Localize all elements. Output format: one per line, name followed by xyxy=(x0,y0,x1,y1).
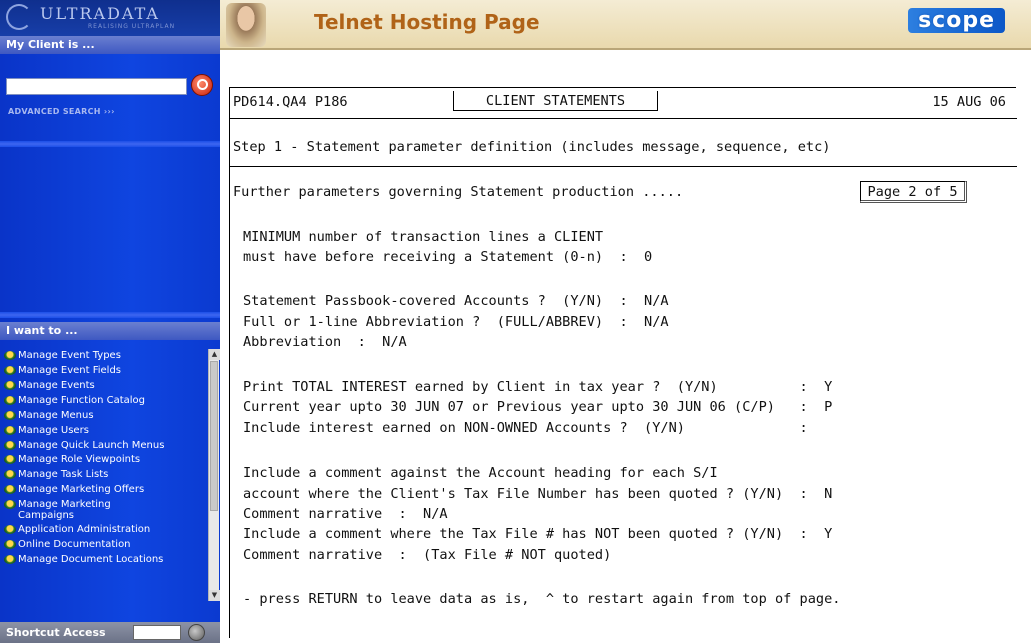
menu-item-manage-event-types[interactable]: Manage Event Types xyxy=(0,349,207,364)
task-icon xyxy=(4,351,16,360)
menu-item-manage-quick-launch-menus[interactable]: Manage Quick Launch Menus xyxy=(0,439,207,453)
client-search-button[interactable] xyxy=(191,74,213,96)
menu-item-manage-menus[interactable]: Manage Menus xyxy=(0,409,207,424)
menu-item-label: Manage Quick Launch Menus xyxy=(18,440,165,451)
menu-item-manage-role-viewpoints[interactable]: Manage Role Viewpoints xyxy=(0,453,207,468)
divider xyxy=(230,166,1017,167)
step-description: Step 1 - Statement parameter definition … xyxy=(233,139,831,155)
task-icon xyxy=(4,426,16,435)
task-icon xyxy=(4,441,16,450)
avatar xyxy=(226,3,266,47)
advanced-search-label: ADVANCED SEARCH xyxy=(8,107,101,116)
menu-item-online-documentation[interactable]: Online Documentation xyxy=(0,538,207,553)
screen-date: 15 AUG 06 xyxy=(932,94,1006,110)
terminal-line: MINIMUM number of transaction lines a CL… xyxy=(243,229,604,245)
divider xyxy=(0,141,220,147)
task-icon xyxy=(4,555,16,564)
shortcut-access-input[interactable] xyxy=(133,625,181,640)
divider xyxy=(0,312,220,318)
terminal-line: Statement Passbook-covered Accounts ? (Y… xyxy=(243,293,669,309)
menu-item-label: Manage Task Lists xyxy=(18,469,109,480)
task-menu-list: Manage Event Types Manage Event Fields M… xyxy=(0,349,207,601)
divider xyxy=(230,118,1017,119)
client-search-input[interactable] xyxy=(6,78,187,95)
task-icon xyxy=(4,396,16,405)
menu-item-label: Manage Events xyxy=(18,380,95,391)
menu-item-manage-events[interactable]: Manage Events xyxy=(0,379,207,394)
scrollbar-thumb[interactable] xyxy=(210,361,218,511)
task-icon xyxy=(4,381,16,390)
scroll-up-icon[interactable]: ▲ xyxy=(209,349,220,360)
task-icon xyxy=(4,485,16,494)
page-indicator: Page 2 of 5 xyxy=(860,181,967,203)
shortcut-access-bar: Shortcut Access xyxy=(0,622,220,643)
task-icon xyxy=(4,455,16,464)
terminal-prompt: - press RETURN to leave data as is, ^ to… xyxy=(243,591,841,607)
menu-item-label: Manage Menus xyxy=(18,410,94,421)
shortcut-access-label: Shortcut Access xyxy=(6,626,106,639)
menu-item-label: Online Documentation xyxy=(18,539,131,550)
screen-title: CLIENT STATEMENTS xyxy=(453,91,658,111)
menu-item-manage-event-fields[interactable]: Manage Event Fields xyxy=(0,364,207,379)
menu-item-application-administration[interactable]: Application Administration xyxy=(0,523,207,538)
terminal-line: account where the Client's Tax File Numb… xyxy=(243,486,833,502)
task-icon xyxy=(4,525,16,534)
task-icon xyxy=(4,470,16,479)
terminal-line: Include a comment against the Account he… xyxy=(243,465,718,481)
menu-item-label: Manage Event Fields xyxy=(18,365,122,376)
chevrons-right-icon: ››› xyxy=(103,107,115,116)
further-parameters-text: Further parameters governing Statement p… xyxy=(233,184,684,200)
ultradata-logo: ULTRADATA REALISING ULTRAPLAN xyxy=(0,0,220,36)
menu-item-label: Manage Document Locations xyxy=(18,554,164,565)
menu-item-label: Manage Users xyxy=(18,425,89,436)
page-title: Telnet Hosting Page xyxy=(314,10,540,34)
terminal-line: Comment narrative : N/A xyxy=(243,506,448,522)
shortcut-go-button[interactable] xyxy=(188,624,205,641)
menu-item-label: Manage Marketing Offers xyxy=(18,484,145,495)
menu-item-label: Manage Function Catalog xyxy=(18,395,146,406)
scroll-down-icon[interactable]: ▼ xyxy=(209,590,220,601)
menu-item-label: Manage Event Types xyxy=(18,350,121,361)
terminal-line: Include a comment where the Tax File # h… xyxy=(243,526,833,542)
terminal-line: must have before receiving a Statement (… xyxy=(243,249,653,265)
terminal-line: Comment narrative : (Tax File # NOT quot… xyxy=(243,547,612,563)
my-client-header: My Client is ... xyxy=(0,36,220,54)
screen-id: PD614.QA4 P186 xyxy=(233,94,348,110)
terminal-line: Abbreviation : N/A xyxy=(243,334,407,350)
menu-item-manage-document-locations[interactable]: Manage Document Locations xyxy=(0,553,207,568)
task-icon xyxy=(4,366,16,375)
menu-item-manage-function-catalog[interactable]: Manage Function Catalog xyxy=(0,394,207,409)
advanced-search-link[interactable]: ADVANCED SEARCH ››› xyxy=(8,107,115,116)
telnet-terminal[interactable]: PD614.QA4 P186 CLIENT STATEMENTS 15 AUG … xyxy=(229,87,1017,638)
terminal-line: Print TOTAL INTEREST earned by Client in… xyxy=(243,379,833,395)
task-icon xyxy=(4,500,16,509)
menu-item-label: Application Administration xyxy=(18,524,151,535)
terminal-line: Full or 1-line Abbreviation ? (FULL/ABBR… xyxy=(243,314,669,330)
terminal-line: Include interest earned on NON-OWNED Acc… xyxy=(243,420,808,436)
menu-item-manage-marketing-offers[interactable]: Manage Marketing Offers xyxy=(0,483,207,498)
menu-item-label: Manage Marketing Campaigns xyxy=(18,499,111,521)
page-header: Telnet Hosting Page scope xyxy=(220,0,1031,50)
logo-tagline: REALISING ULTRAPLAN xyxy=(88,23,176,30)
menu-item-manage-users[interactable]: Manage Users xyxy=(0,424,207,439)
i-want-to-header: I want to ... xyxy=(0,322,220,340)
menu-item-manage-task-lists[interactable]: Manage Task Lists xyxy=(0,468,207,483)
sidebar: ULTRADATA REALISING ULTRAPLAN My Client … xyxy=(0,0,220,643)
terminal-line: Current year upto 30 JUN 07 or Previous … xyxy=(243,399,833,415)
task-icon xyxy=(4,540,16,549)
menu-item-manage-marketing-campaigns[interactable]: Manage Marketing Campaigns xyxy=(0,498,207,523)
scope-logo: scope xyxy=(908,8,1005,33)
menu-item-label: Manage Role Viewpoints xyxy=(18,454,141,465)
task-icon xyxy=(4,411,16,420)
menu-scrollbar[interactable]: ▲ ▼ xyxy=(208,349,220,601)
ultradata-logo-icon xyxy=(6,4,32,30)
logo-text: ULTRADATA xyxy=(40,4,160,23)
